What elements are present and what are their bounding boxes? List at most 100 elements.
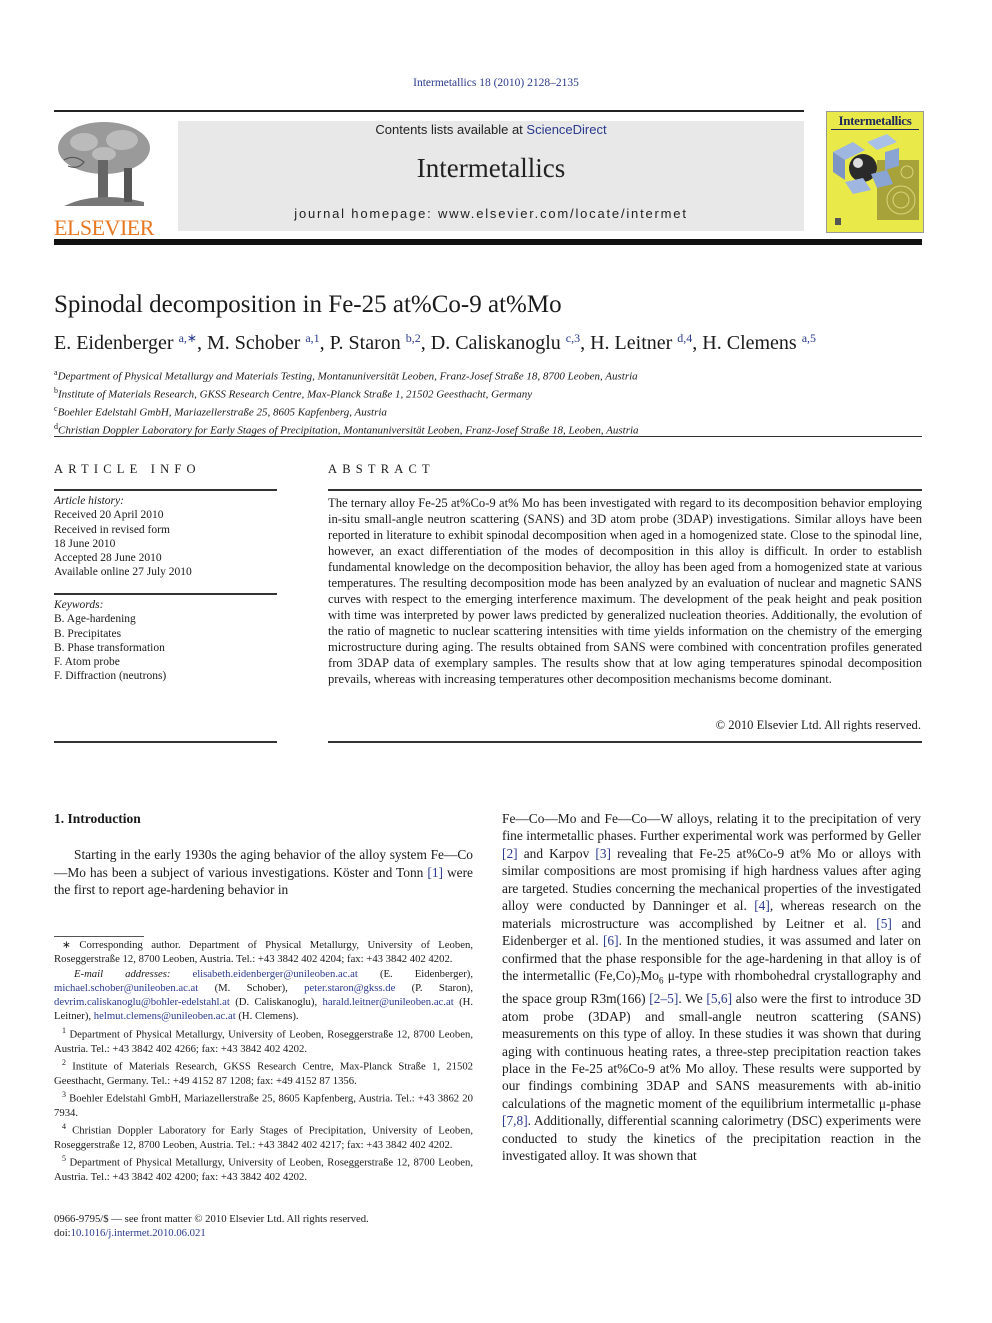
author-affil-marker[interactable]: b,2 <box>406 331 421 345</box>
citation-link[interactable]: [2–5] <box>649 991 678 1006</box>
email-link[interactable]: harald.leitner@unileoben.ac.at <box>322 996 453 1008</box>
article-title: Spinodal decomposition in Fe-25 at%Co-9 … <box>54 291 562 318</box>
keyword-item: F. Atom probe <box>54 656 120 669</box>
keyword-item: F. Diffraction (neutrons) <box>54 670 167 683</box>
contents-line: Contents lists available at ScienceDirec… <box>178 122 804 137</box>
email-owner: (E. Eidenberger) <box>379 967 471 980</box>
email-link[interactable]: helmut.clemens@unileoben.ac.at <box>94 1010 236 1022</box>
affiliation-item: aDepartment of Physical Metallurgy and M… <box>54 366 639 384</box>
keyword-item: B. Precipitates <box>54 627 122 640</box>
keyword-item: B. Age-hardening <box>54 613 136 626</box>
author-affil-marker[interactable]: a,5 <box>802 331 816 345</box>
article-info-rule <box>54 489 277 491</box>
affiliation-item: cBoehler Edelstahl GmbH, Mariazellerstra… <box>54 402 639 420</box>
author-name[interactable]: H. Leitner <box>590 332 672 354</box>
email-label: E-mail addresses: <box>74 967 171 980</box>
introduction-paragraph: Starting in the early 1930s the aging be… <box>54 846 473 899</box>
citation-link[interactable]: [3] <box>595 846 611 861</box>
footnote-text: Boehler Edelstahl GmbH, Mariazellerstraß… <box>54 1092 473 1119</box>
cover-title: Intermetallics <box>838 113 912 128</box>
email-link[interactable]: elisabeth.eidenberger@unileoben.ac.at <box>192 968 357 980</box>
article-history: Article history: Received 20 April 2010 … <box>54 494 192 580</box>
elsevier-tree-icon <box>54 120 154 210</box>
history-item: 18 June 2010 <box>54 537 116 550</box>
history-label: Article history: <box>54 495 124 507</box>
email-owner: (P. Staron) <box>411 981 471 994</box>
email-link[interactable]: peter.staron@gkss.de <box>304 982 395 994</box>
header-rule <box>54 110 804 112</box>
sciencedirect-link[interactable]: ScienceDirect <box>526 122 606 137</box>
footnote-text: Department of Physical Metallurgy, Unive… <box>54 1156 474 1184</box>
author-affil-marker[interactable]: a,∗ <box>179 331 197 345</box>
footnote-rule <box>54 936 144 937</box>
affiliation-text: Boehler Edelstahl GmbH, Mariazellerstraß… <box>57 406 387 419</box>
doi-link[interactable]: 10.1016/j.intermet.2010.06.021 <box>71 1227 206 1239</box>
history-item: Received 20 April 2010 <box>54 509 164 522</box>
email-owner: (D. Caliskanoglu) <box>235 996 315 1009</box>
email-owner: (M. Schober) <box>214 981 286 994</box>
abstract-heading: ABSTRACT <box>328 462 435 476</box>
affiliations: aDepartment of Physical Metallurgy and M… <box>54 366 639 438</box>
abstract-text: The ternary alloy Fe-25 at%Co-9 at% Mo h… <box>328 496 922 686</box>
footnote-item: 1 Department of Physical Metallurgy, Uni… <box>54 1024 473 1056</box>
footnotes: ∗ Corresponding author. Department of Ph… <box>54 938 473 1185</box>
email-owner: (H. Clemens). <box>238 1010 299 1023</box>
article-info-heading: ARTICLE INFO <box>54 462 201 476</box>
footnote-item: 4 Christian Doppler Laboratory for Early… <box>54 1120 473 1152</box>
abstract-bottom-rule <box>328 741 922 743</box>
author-affil-marker[interactable]: d,4 <box>677 331 692 345</box>
citation-link[interactable]: [6] <box>603 933 619 948</box>
journal-cover-image[interactable]: Intermetallics <box>826 111 924 233</box>
keywords: Keywords: B. Age-hardening B. Precipitat… <box>54 598 166 684</box>
front-matter: 0966-9795/$ — see front matter © 2010 El… <box>54 1212 369 1241</box>
citation-link[interactable]: [5] <box>876 916 892 931</box>
doi-prefix: doi: <box>54 1227 71 1240</box>
keywords-rule <box>54 593 277 595</box>
introduction-paragraph-continued: Fe—Co—Mo and Fe—Co—W alloys, relating it… <box>502 810 921 1165</box>
email-addresses: E-mail addresses: elisabeth.eidenberger@… <box>54 967 474 1023</box>
abstract-rule <box>328 489 922 491</box>
footnote-item: 2 Institute of Materials Research, GKSS … <box>54 1056 473 1088</box>
citation-link[interactable]: [5,6] <box>706 991 732 1006</box>
footnote-text: Institute of Materials Research, GKSS Re… <box>54 1060 474 1087</box>
author-affil-marker[interactable]: c,3 <box>566 331 580 345</box>
elsevier-logo[interactable]: ELSEVIER <box>54 120 156 239</box>
author-name[interactable]: D. Caliskanoglu <box>431 332 561 354</box>
paragraph-text: Starting in the early 1930s the aging be… <box>54 847 473 880</box>
email-link[interactable]: devrim.caliskanoglu@bohler-edelstahl.at <box>54 996 230 1008</box>
author-name[interactable]: H. Clemens <box>702 332 796 354</box>
author-name[interactable]: E. Eidenberger <box>54 332 174 354</box>
corresponding-author-note: ∗ Corresponding author. Department of Ph… <box>54 939 473 966</box>
footnote-text: Department of Physical Metallurgy, Unive… <box>54 1028 474 1055</box>
citation-link[interactable]: [2] <box>502 846 518 861</box>
footnote-item: 3 Boehler Edelstahl GmbH, Mariazellerstr… <box>54 1088 473 1120</box>
abstract-copyright: © 2010 Elsevier Ltd. All rights reserved… <box>715 718 921 732</box>
author-affil-marker[interactable]: a,1 <box>305 331 319 345</box>
journal-name: Intermetallics <box>416 153 566 183</box>
journal-reference-link[interactable]: Intermetallics 18 (2010) 2128–2135 <box>0 77 992 89</box>
citation-link[interactable]: [7,8] <box>502 1113 528 1128</box>
paragraph-text: also were the first to introduce 3D atom… <box>502 991 922 1111</box>
citation-link[interactable]: [1] <box>427 865 443 880</box>
paragraph-text: Mo <box>640 968 659 984</box>
paragraph-text: . Additionally, differential scanning ca… <box>502 1113 921 1164</box>
footnote-number: 1 <box>62 1025 66 1035</box>
affiliation-text: Christian Doppler Laboratory for Early S… <box>58 424 639 437</box>
author-name[interactable]: P. Staron <box>330 332 401 354</box>
affiliation-text: Department of Physical Metallurgy and Ma… <box>57 370 638 383</box>
elsevier-wordmark: ELSEVIER <box>54 215 154 240</box>
paragraph-text: and Karpov <box>517 845 596 861</box>
author-name[interactable]: M. Schober <box>207 332 300 354</box>
keywords-label: Keywords: <box>54 599 104 611</box>
footnote-number: 5 <box>62 1154 66 1164</box>
footnote-text: Christian Doppler Laboratory for Early S… <box>54 1124 474 1152</box>
paragraph-text: . We <box>678 991 707 1007</box>
introduction-heading: 1. Introduction <box>54 811 141 826</box>
footnote-item: 5 Department of Physical Metallurgy, Uni… <box>54 1152 473 1184</box>
email-link[interactable]: michael.schober@unileoben.ac.at <box>54 982 198 994</box>
citation-link[interactable]: [4] <box>754 898 770 913</box>
keyword-item: B. Phase transformation <box>54 641 165 654</box>
article-info-bottom-rule <box>54 741 277 743</box>
journal-homepage-link[interactable]: journal homepage: www.elsevier.com/locat… <box>178 206 804 221</box>
footnote-number: 3 <box>62 1090 66 1100</box>
